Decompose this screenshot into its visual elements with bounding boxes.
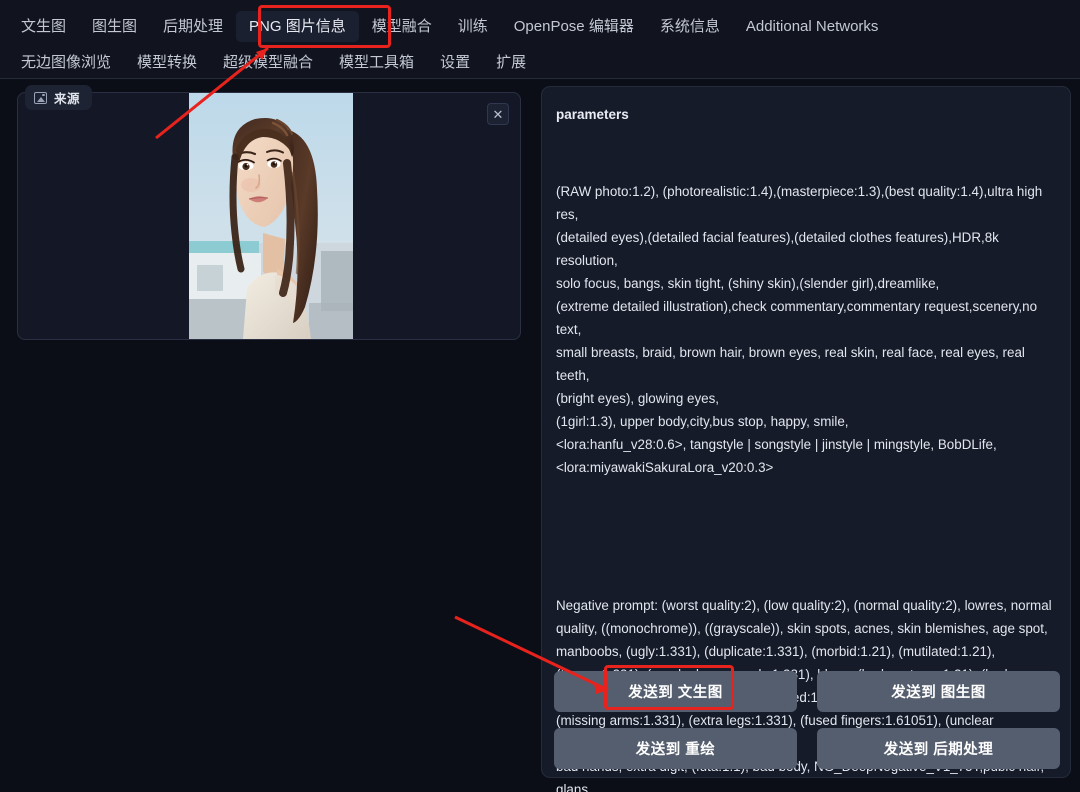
png-info-page: 文生图 图生图 后期处理 PNG 图片信息 模型融合 训练 OpenPose 编… [0,0,1080,792]
tab-infinite-image-browsing[interactable]: 无边图像浏览 [8,47,124,78]
send-to-txt2img-button[interactable]: 发送到 文生图 [554,671,797,712]
parameters-heading: parameters [556,107,629,122]
source-image-preview[interactable] [189,93,353,339]
tabbar-row-1: 文生图 图生图 后期处理 PNG 图片信息 模型融合 训练 OpenPose 编… [0,6,1080,46]
tab-openpose-editor[interactable]: OpenPose 编辑器 [501,11,647,42]
source-chip: 来源 [25,85,93,110]
tab-train[interactable]: 训练 [445,11,501,42]
send-button-grid: 发送到 文生图 发送到 图生图 发送到 重绘 发送到 后期处理 [554,671,1060,769]
source-chip-label: 来源 [54,92,81,106]
tab-text-to-image[interactable]: 文生图 [8,11,79,42]
prompt-spacer [556,525,1060,548]
tab-additional-networks[interactable]: Additional Networks [733,11,892,42]
source-image-panel[interactable]: 来源 ✕ [17,85,521,340]
tab-settings[interactable]: 设置 [427,47,483,78]
tab-image-to-image[interactable]: 图生图 [79,11,150,42]
tab-extensions[interactable]: 扩展 [483,47,539,78]
tab-extras[interactable]: 后期处理 [150,11,236,42]
tab-model-converter[interactable]: 模型转换 [124,47,210,78]
close-icon[interactable]: ✕ [487,103,509,125]
tab-system-info[interactable]: 系统信息 [647,11,733,42]
close-glyph: ✕ [492,106,504,122]
image-icon [34,91,47,104]
tab-model-toolkit[interactable]: 模型工具箱 [326,47,427,78]
tab-checkpoint-merger[interactable]: 模型融合 [359,11,445,42]
positive-prompt-text: (RAW photo:1.2), (photorealistic:1.4),(m… [556,184,1043,475]
tabbar-row-2: 无边图像浏览 模型转换 超级模型融合 模型工具箱 设置 扩展 [0,42,1080,82]
send-to-extras-button[interactable]: 发送到 后期处理 [817,728,1060,769]
send-to-img2img-button[interactable]: 发送到 图生图 [817,671,1060,712]
tab-png-info[interactable]: PNG 图片信息 [236,10,359,42]
main-tabbar: 文生图 图生图 后期处理 PNG 图片信息 模型融合 训练 OpenPose 编… [0,0,1080,79]
tab-supermerger[interactable]: 超级模型融合 [210,47,326,78]
send-to-inpaint-button[interactable]: 发送到 重绘 [554,728,797,769]
